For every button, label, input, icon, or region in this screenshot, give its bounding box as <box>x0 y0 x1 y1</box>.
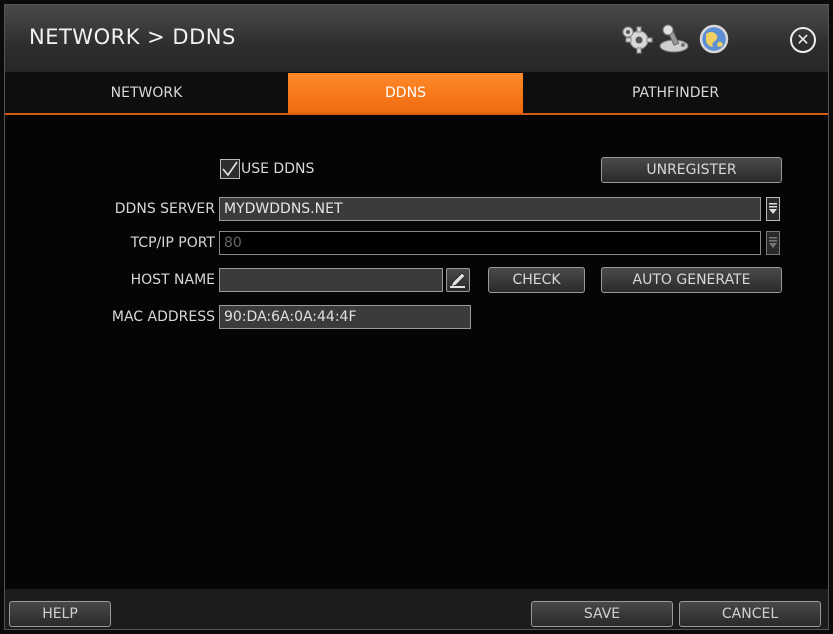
tab-pathfinder[interactable]: PATHFINDER <box>523 73 828 113</box>
close-button[interactable]: ✕ <box>790 27 816 53</box>
tcp-ip-port-field: 80 <box>219 231 761 255</box>
edit-host-name-button[interactable] <box>446 268 470 292</box>
mac-address-label: MAC ADDRESS <box>111 309 215 325</box>
footer-bar: HELP SAVE CANCEL <box>5 589 828 629</box>
title-bar: NETWORK > DDNS ✕ <box>5 5 828 73</box>
auto-generate-button[interactable]: AUTO GENERATE <box>601 267 782 293</box>
save-button[interactable]: SAVE <box>531 601 673 627</box>
tab-network[interactable]: NETWORK <box>5 73 288 113</box>
ddns-server-field[interactable]: MYDWDDNS.NET <box>219 197 761 221</box>
dropdown-arrow-icon <box>769 203 777 214</box>
checkmark-icon <box>222 161 238 177</box>
ddns-server-label: DDNS SERVER <box>114 201 215 217</box>
help-button[interactable]: HELP <box>9 601 111 627</box>
use-ddns-label: USE DDNS <box>241 161 315 177</box>
ddns-form: USE DDNS UNREGISTER DDNS SERVER MYDWDDNS… <box>5 117 828 589</box>
tcp-ip-port-label: TCP/IP PORT <box>130 235 215 251</box>
check-button[interactable]: CHECK <box>488 267 585 293</box>
tab-ddns[interactable]: DDNS <box>288 73 523 113</box>
mac-address-field: 90:DA:6A:0A:44:4F <box>219 305 471 329</box>
pencil-icon <box>450 272 466 288</box>
ddns-settings-window: NETWORK > DDNS ✕ NETWORK DDNS PATHFINDER… <box>4 4 829 630</box>
use-ddns-checkbox[interactable] <box>220 159 240 179</box>
host-name-field[interactable] <box>219 268 443 292</box>
tab-bar: NETWORK DDNS PATHFINDER <box>5 73 828 115</box>
window-title: NETWORK > DDNS <box>29 25 236 49</box>
joystick-icon[interactable] <box>657 23 691 55</box>
tcp-ip-port-dropdown <box>766 231 780 255</box>
unregister-button[interactable]: UNREGISTER <box>601 157 782 183</box>
ddns-server-dropdown[interactable] <box>766 197 780 221</box>
cancel-button[interactable]: CANCEL <box>679 601 821 627</box>
host-name-label: HOST NAME <box>130 272 215 288</box>
gear-icon[interactable] <box>619 23 653 55</box>
dropdown-arrow-icon <box>769 237 777 248</box>
globe-icon[interactable] <box>697 23 731 55</box>
